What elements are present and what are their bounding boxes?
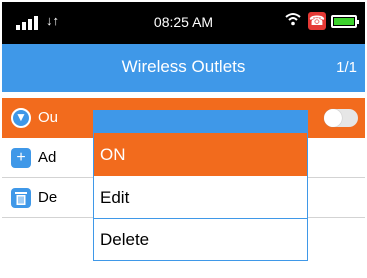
phone-screen: ↓↑ 08:25 AM ☎ Wireless Outlets 1/1 ▼ Ou … bbox=[2, 2, 365, 276]
toggle-knob bbox=[324, 109, 342, 127]
wifi-icon bbox=[285, 12, 301, 31]
app-header: Wireless Outlets 1/1 bbox=[2, 44, 365, 92]
battery-icon bbox=[331, 15, 359, 28]
menu-item-delete[interactable]: Delete bbox=[94, 218, 307, 261]
add-label: Ad bbox=[38, 149, 57, 166]
trash-icon bbox=[11, 188, 31, 208]
status-bar: ↓↑ 08:25 AM ☎ bbox=[2, 2, 365, 44]
context-menu-header bbox=[94, 111, 307, 133]
outlet-icon: ▼ bbox=[11, 108, 31, 128]
outlet-toggle[interactable] bbox=[324, 109, 358, 127]
menu-item-on[interactable]: ON bbox=[94, 133, 307, 176]
page-indicator: 1/1 bbox=[336, 59, 357, 76]
outlet-label: Ou bbox=[38, 109, 59, 126]
context-menu: ON Edit Delete bbox=[93, 110, 308, 261]
page-title: Wireless Outlets bbox=[121, 57, 246, 76]
delete-label: De bbox=[38, 189, 58, 206]
missed-call-icon: ☎ bbox=[308, 12, 326, 30]
menu-item-edit[interactable]: Edit bbox=[94, 176, 307, 219]
add-icon: + bbox=[11, 148, 31, 168]
